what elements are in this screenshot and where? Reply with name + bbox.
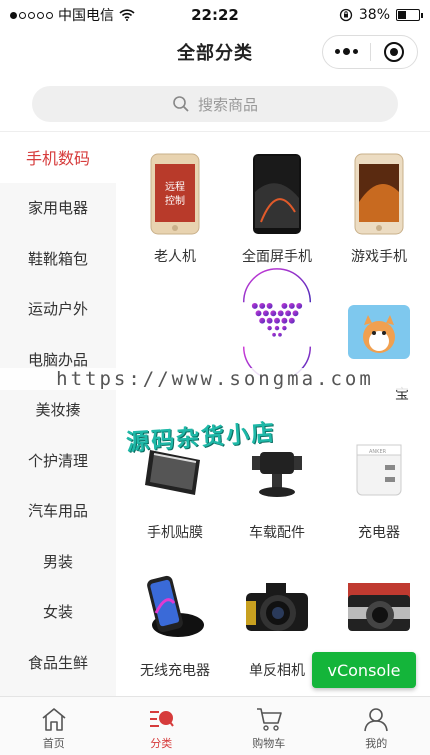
sidebar-item-phones[interactable]: 手机数码 bbox=[0, 132, 116, 183]
svg-text:远程: 远程 bbox=[165, 181, 185, 193]
product-grid: 远程 控制 老人机 全面屏手机 游戏手机 宝 手机贴膜 车载配件 ANKER 充… bbox=[124, 140, 430, 692]
category-icon bbox=[150, 711, 175, 727]
product-label: 老人机 bbox=[154, 249, 196, 265]
product-label: 手机贴膜 bbox=[147, 525, 203, 541]
sidebar-item-beauty[interactable]: 美妆揍 bbox=[0, 385, 116, 436]
search-icon bbox=[173, 96, 189, 112]
gold-phone-image: 远程 控制 bbox=[138, 150, 212, 238]
sidebar-item-personal-care[interactable]: 个护清理 bbox=[0, 435, 116, 486]
user-icon bbox=[364, 708, 389, 732]
mirrorless-camera-image bbox=[342, 564, 416, 652]
status-right: 38% bbox=[270, 7, 423, 23]
status-left: 中国电信 bbox=[10, 5, 160, 25]
tab-mine[interactable]: 我的 bbox=[323, 697, 430, 755]
home-icon bbox=[42, 708, 66, 731]
dslr-camera-image bbox=[240, 564, 314, 652]
product-label: 充电器 bbox=[358, 525, 400, 541]
product-item[interactable]: ANKER 充电器 bbox=[328, 416, 430, 554]
close-miniprogram-button[interactable] bbox=[371, 42, 418, 62]
page-title: 全部分类 bbox=[177, 43, 253, 64]
signal-icon bbox=[10, 11, 53, 19]
product-label: 车载配件 bbox=[249, 525, 305, 541]
status-bar: 中国电信 22:22 38% bbox=[0, 0, 430, 30]
product-item[interactable]: 无线充电器 bbox=[124, 554, 226, 692]
wireless-charger-image bbox=[138, 564, 212, 652]
tab-label: 我的 bbox=[365, 737, 388, 750]
tab-category[interactable]: 分类 bbox=[108, 697, 216, 755]
sidebar-item-shoes-bags[interactable]: 鞋靴箱包 bbox=[0, 233, 116, 284]
watermark-logo bbox=[138, 288, 212, 376]
battery-icon bbox=[396, 9, 423, 21]
search-input[interactable]: 搜索商品 bbox=[32, 86, 398, 122]
tab-cart[interactable]: 购物车 bbox=[215, 697, 323, 755]
watermark-url: https://www.songma.com bbox=[0, 368, 430, 390]
sidebar-item-womenswear[interactable]: 女装 bbox=[0, 587, 116, 638]
product-item[interactable] bbox=[124, 278, 226, 416]
product-label: 游戏手机 bbox=[351, 249, 407, 265]
product-item[interactable]: 游戏手机 bbox=[328, 140, 430, 278]
sidebar-item-food[interactable]: 食品生鲜 bbox=[0, 637, 116, 688]
nav-bar: 全部分类 bbox=[0, 30, 430, 74]
product-label: 无线充电器 bbox=[140, 663, 210, 679]
search-section: 搜索商品 bbox=[0, 74, 430, 132]
search-placeholder: 搜索商品 bbox=[197, 95, 258, 114]
power-bank-image bbox=[342, 288, 416, 376]
black-phone-image bbox=[240, 150, 314, 238]
sidebar-item-appliances[interactable]: 家用电器 bbox=[0, 183, 116, 234]
cart-icon bbox=[256, 708, 282, 731]
watermark-logo-icon bbox=[240, 268, 314, 377]
svg-text:ANKER: ANKER bbox=[369, 449, 387, 455]
rotation-lock-icon bbox=[339, 8, 353, 22]
product-item[interactable]: 远程 控制 老人机 bbox=[124, 140, 226, 278]
tab-label: 首页 bbox=[42, 737, 65, 750]
tab-home[interactable]: 首页 bbox=[0, 697, 108, 755]
more-icon[interactable] bbox=[323, 48, 370, 55]
charger-image: ANKER bbox=[342, 426, 416, 514]
battery-percent: 38% bbox=[358, 7, 390, 23]
svg-text:控制: 控制 bbox=[165, 194, 185, 207]
sidebar-item-auto[interactable]: 汽车用品 bbox=[0, 486, 116, 537]
category-sidebar: 手机数码 家用电器 鞋靴箱包 运动户外 电脑办品 美妆揍 个护清理 汽车用品 男… bbox=[0, 132, 116, 696]
miniprogram-capsule bbox=[322, 35, 418, 69]
sidebar-item-menswear[interactable]: 男装 bbox=[0, 536, 116, 587]
carrier-label: 中国电信 bbox=[58, 8, 114, 24]
tab-label: 分类 bbox=[150, 737, 173, 750]
vconsole-button[interactable]: vConsole bbox=[312, 652, 416, 688]
wifi-icon bbox=[119, 9, 135, 21]
gold-phone-image bbox=[342, 150, 416, 238]
status-time: 22:22 bbox=[191, 6, 239, 24]
product-item[interactable] bbox=[226, 268, 328, 416]
tab-label: 购物车 bbox=[252, 737, 286, 750]
product-label: 单反相机 bbox=[249, 663, 305, 679]
target-icon bbox=[383, 42, 404, 62]
product-item[interactable]: 宝 bbox=[328, 278, 430, 416]
tab-bar: 首页 分类 购物车 我的 bbox=[0, 696, 430, 755]
sidebar-item-sports[interactable]: 运动户外 bbox=[0, 284, 116, 335]
